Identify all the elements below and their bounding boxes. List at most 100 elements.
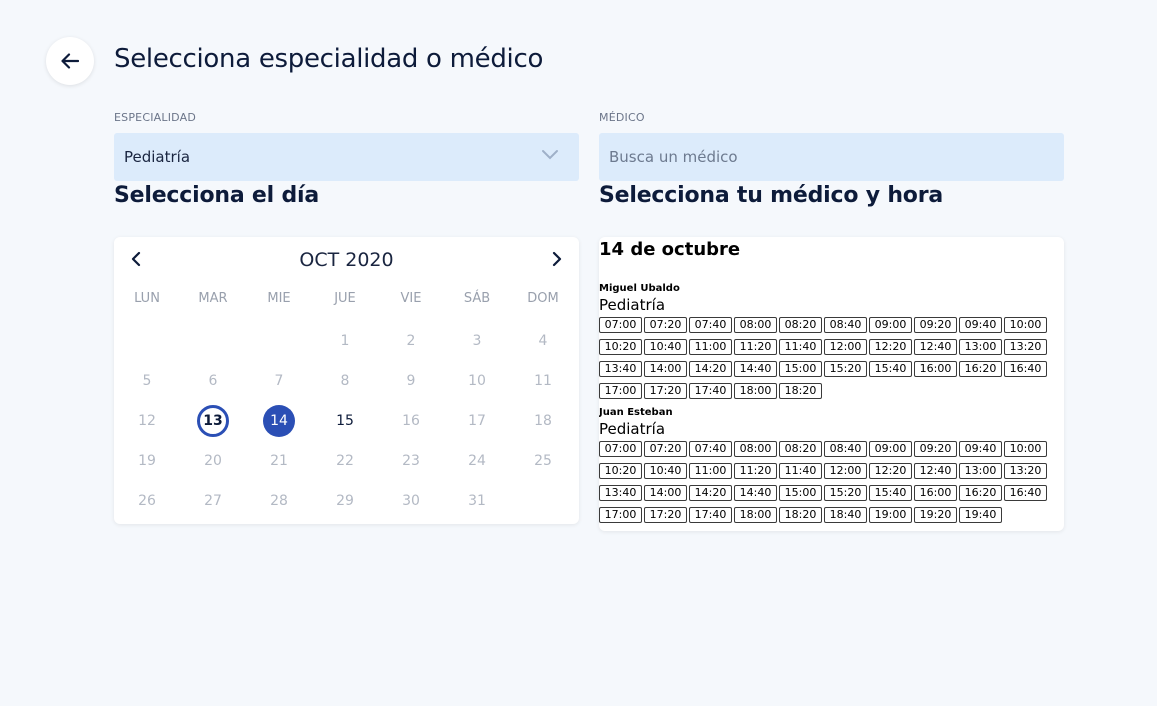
calendar-empty-cell [246, 321, 312, 361]
time-slot-button[interactable]: 15:40 [869, 361, 912, 377]
calendar-grid: LUN MAR MIE JUE VIE SÁB DOM 1 2 3 4 5 6 7 8 9 10 11 12 13 14… [114, 287, 579, 521]
calendar-day: 10 [444, 361, 510, 401]
prev-month-button[interactable] [126, 249, 146, 269]
time-slot-button[interactable]: 12:40 [914, 339, 957, 355]
calendar-day: 21 [246, 441, 312, 481]
calendar-day: 4 [510, 321, 576, 361]
time-slot-button[interactable]: 11:40 [779, 463, 822, 479]
time-slot-button[interactable]: 09:20 [914, 317, 957, 333]
time-slot-button[interactable]: 17:20 [644, 507, 687, 523]
next-month-button[interactable] [547, 249, 567, 269]
calendar-day-number: 2 [406, 333, 416, 349]
time-slot-button[interactable]: 08:20 [779, 441, 822, 457]
time-slot-button[interactable]: 11:40 [779, 339, 822, 355]
time-slot-button[interactable]: 11:00 [689, 339, 732, 355]
time-slot-button[interactable]: 11:20 [734, 463, 777, 479]
time-slot-button[interactable]: 07:00 [599, 441, 642, 457]
time-slot-button[interactable]: 19:40 [959, 507, 1002, 523]
time-slot-button[interactable]: 15:00 [779, 485, 822, 501]
time-slot-button[interactable]: 12:20 [869, 339, 912, 355]
calendar-day[interactable]: 14 [246, 401, 312, 441]
time-slot-button[interactable]: 07:20 [644, 441, 687, 457]
back-button[interactable] [46, 37, 94, 85]
time-slot-button[interactable]: 07:20 [644, 317, 687, 333]
schedule-date: 14 de octubre [599, 239, 741, 260]
chevron-down-icon [542, 150, 558, 160]
time-slot-button[interactable]: 15:00 [779, 361, 822, 377]
time-slot-button[interactable]: 16:00 [914, 361, 957, 377]
weekday-label: MIE [267, 290, 291, 306]
time-slot-button[interactable]: 19:20 [914, 507, 957, 523]
time-slot-button[interactable]: 08:00 [734, 317, 777, 333]
time-slot-button[interactable]: 10:00 [1004, 441, 1047, 457]
time-slot-button[interactable]: 13:00 [959, 339, 1002, 355]
time-slot-button[interactable]: 14:40 [734, 361, 777, 377]
time-slot-button[interactable]: 17:00 [599, 383, 642, 399]
time-slot-button[interactable]: 16:40 [1004, 361, 1047, 377]
time-slot-button[interactable]: 16:00 [914, 485, 957, 501]
time-slot-button[interactable]: 11:20 [734, 339, 777, 355]
time-slot-button[interactable]: 16:40 [1004, 485, 1047, 501]
specialty-label: ESPECIALIDAD [114, 111, 197, 124]
weekday-label: LUN [134, 290, 160, 306]
time-slot-button[interactable]: 08:40 [824, 441, 867, 457]
time-slot-button[interactable]: 10:40 [644, 339, 687, 355]
weekday-header: LUN MAR MIE JUE VIE SÁB DOM [114, 287, 579, 309]
time-slot-button[interactable]: 07:00 [599, 317, 642, 333]
time-slot-button[interactable]: 13:40 [599, 361, 642, 377]
time-slot-button[interactable]: 14:00 [644, 485, 687, 501]
time-slot-button[interactable]: 08:40 [824, 317, 867, 333]
calendar-day[interactable]: 15 [312, 401, 378, 441]
time-slot-list: 07:00 07:20 07:40 08:00 08:20 08:40 09:00 09:20… [599, 317, 1064, 399]
time-slot-button[interactable]: 10:20 [599, 339, 642, 355]
time-slot-button[interactable]: 14:00 [644, 361, 687, 377]
calendar-day[interactable]: 13 [180, 401, 246, 441]
time-slot-button[interactable]: 17:20 [644, 383, 687, 399]
time-slot-button[interactable]: 18:20 [779, 507, 822, 523]
time-slot-button[interactable]: 17:40 [689, 507, 732, 523]
time-slot-button[interactable]: 07:40 [689, 441, 732, 457]
time-slot-button[interactable]: 18:00 [734, 383, 777, 399]
time-slot-button[interactable]: 10:00 [1004, 317, 1047, 333]
time-slot-button[interactable]: 18:00 [734, 507, 777, 523]
time-slot-button[interactable]: 09:40 [959, 441, 1002, 457]
time-slot-button[interactable]: 09:40 [959, 317, 1002, 333]
time-slot-button[interactable]: 09:00 [869, 317, 912, 333]
time-slot-button[interactable]: 16:20 [959, 361, 1002, 377]
time-slot-button[interactable]: 12:00 [824, 339, 867, 355]
time-slot-button[interactable]: 08:20 [779, 317, 822, 333]
time-slot-button[interactable]: 13:00 [959, 463, 1002, 479]
time-slot-button[interactable]: 18:20 [779, 383, 822, 399]
time-slot-button[interactable]: 14:20 [689, 361, 732, 377]
time-slot-button[interactable]: 12:40 [914, 463, 957, 479]
specialty-select[interactable]: Pediatría [114, 133, 579, 181]
time-slot-button[interactable]: 14:20 [689, 485, 732, 501]
time-slot-button[interactable]: 18:40 [824, 507, 867, 523]
time-slot-button[interactable]: 15:20 [824, 485, 867, 501]
time-slot-button[interactable]: 09:20 [914, 441, 957, 457]
time-slot-button[interactable]: 15:40 [869, 485, 912, 501]
time-slot-button[interactable]: 10:40 [644, 463, 687, 479]
time-slot-button[interactable]: 17:40 [689, 383, 732, 399]
time-slot-button[interactable]: 15:20 [824, 361, 867, 377]
time-slot-button[interactable]: 11:00 [689, 463, 732, 479]
time-slot-button[interactable]: 12:20 [869, 463, 912, 479]
calendar-day-number: 15 [336, 413, 354, 429]
doctor-search-input[interactable] [599, 133, 1064, 181]
time-slot-button[interactable]: 13:20 [1004, 339, 1047, 355]
time-slot-button[interactable]: 13:40 [599, 485, 642, 501]
time-slot-button[interactable]: 07:40 [689, 317, 732, 333]
calendar-day-number: 3 [472, 333, 482, 349]
time-slot-button[interactable]: 10:20 [599, 463, 642, 479]
day-section-title: Selecciona el día [114, 183, 319, 208]
time-slot-button[interactable]: 08:00 [734, 441, 777, 457]
time-slot-button[interactable]: 09:00 [869, 441, 912, 457]
doctor-specialty: Pediatría [599, 420, 666, 438]
time-slot-button[interactable]: 14:40 [734, 485, 777, 501]
time-slot-button[interactable]: 19:00 [869, 507, 912, 523]
calendar-day-number: 17 [468, 413, 486, 429]
time-slot-button[interactable]: 12:00 [824, 463, 867, 479]
time-slot-button[interactable]: 17:00 [599, 507, 642, 523]
time-slot-button[interactable]: 13:20 [1004, 463, 1047, 479]
time-slot-button[interactable]: 16:20 [959, 485, 1002, 501]
